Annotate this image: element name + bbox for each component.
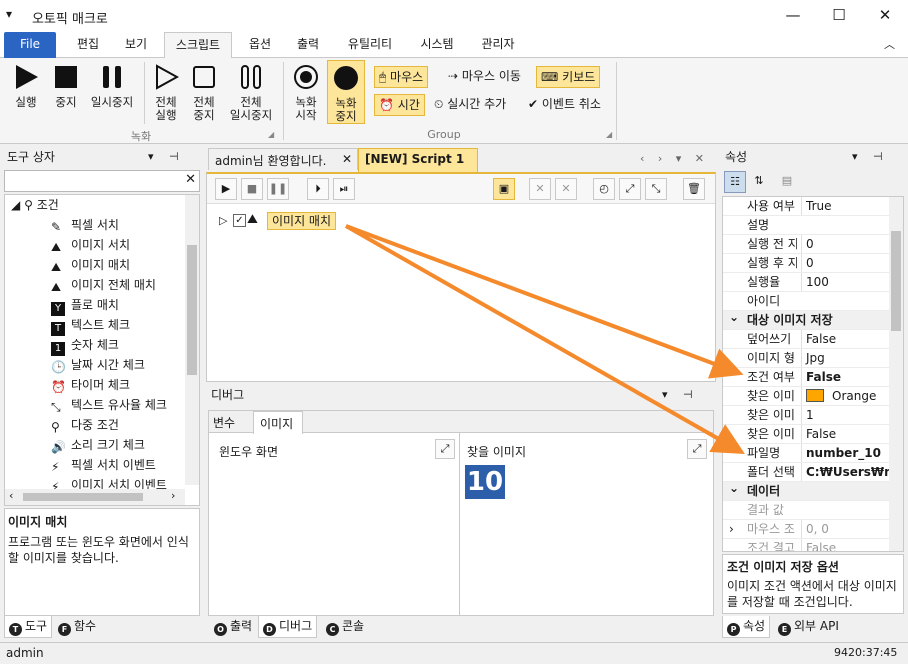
status-user: admin — [6, 646, 44, 660]
arrow-to-condition — [345, 224, 744, 379]
status-bar: admin 9420:37:45 — [0, 642, 908, 664]
status-time: 9420:37:45 — [834, 646, 898, 659]
annotation-arrows — [345, 224, 745, 454]
arrow-to-filename — [345, 224, 745, 454]
